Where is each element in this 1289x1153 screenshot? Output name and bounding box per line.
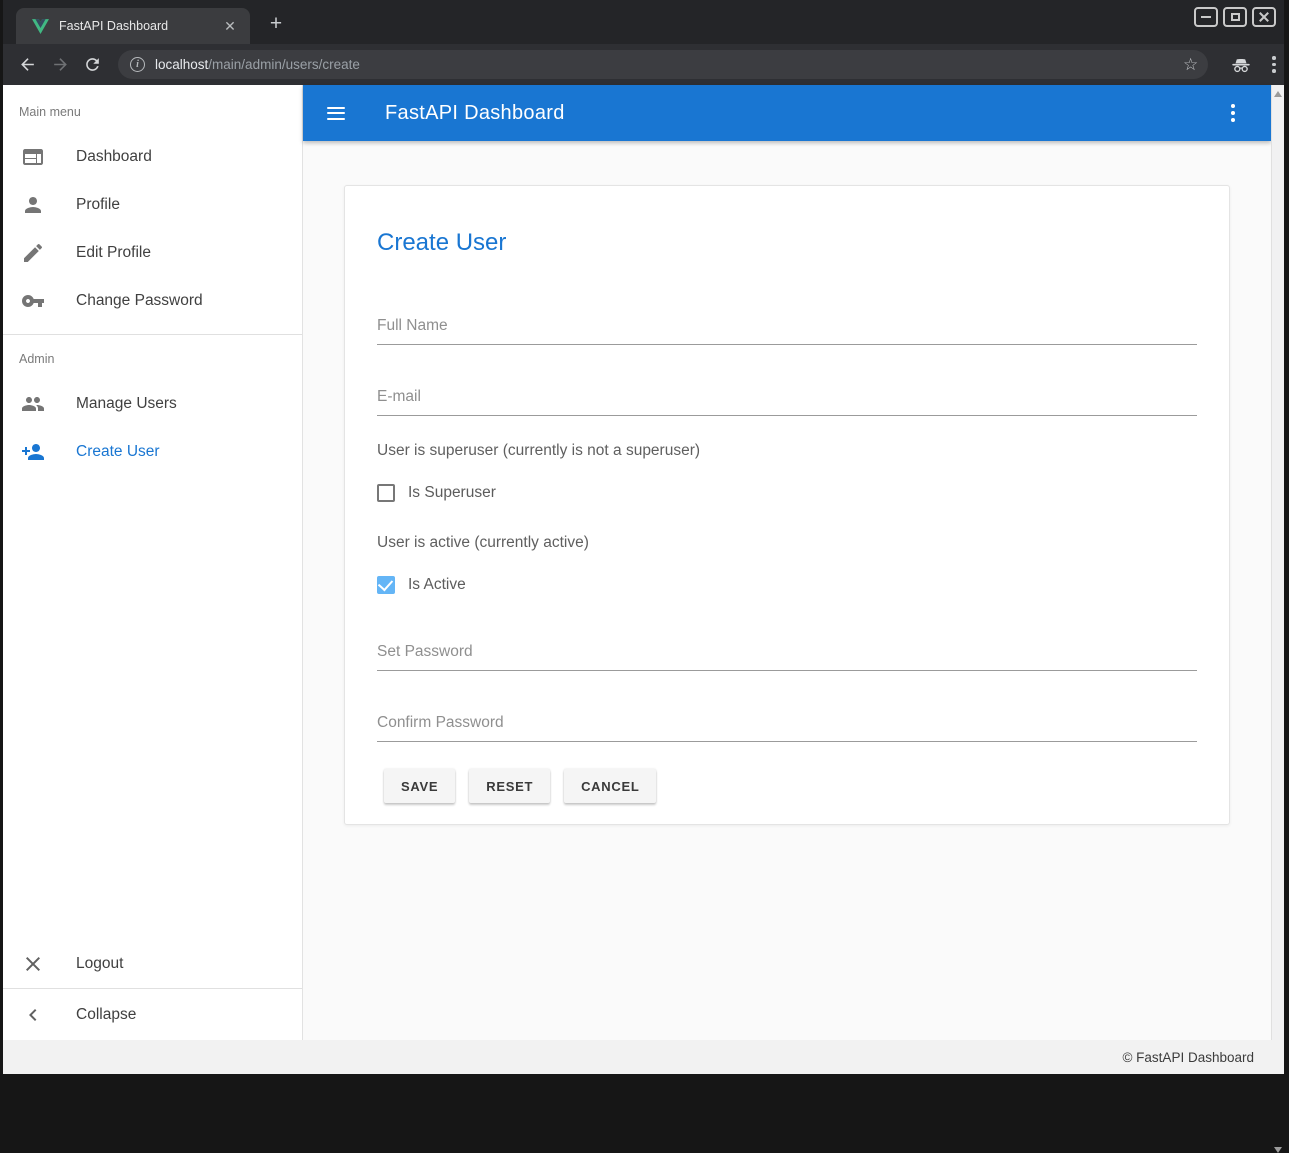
sidebar-item-label: Collapse <box>76 1006 136 1024</box>
page-client: Main menu Dashboard Profile Edit Profile <box>3 85 1284 1040</box>
page-title: Create User <box>377 229 1197 257</box>
sidebar-bottom: Logout Collapse <box>3 940 302 1040</box>
form-actions: SAVE RESET CANCEL <box>377 769 1197 803</box>
tab-strip: FastAPI Dashboard ✕ + <box>3 0 1284 44</box>
reset-button[interactable]: RESET <box>469 769 550 803</box>
hamburger-menu-button[interactable] <box>327 107 345 120</box>
checkbox-label: Is Superuser <box>408 484 496 502</box>
is-active-checkbox[interactable] <box>377 576 395 594</box>
app-bar: FastAPI Dashboard <box>303 85 1271 141</box>
appbar-title: FastAPI Dashboard <box>385 102 565 125</box>
tab-close-icon[interactable]: ✕ <box>220 16 240 36</box>
chevron-left-icon <box>21 1003 45 1027</box>
full-name-field-wrap <box>377 317 1197 345</box>
url-host: localhost <box>155 57 208 72</box>
sidebar-item-collapse[interactable]: Collapse <box>3 989 302 1040</box>
sidebar-caption-main-menu: Main menu <box>19 105 302 119</box>
new-tab-button[interactable]: + <box>261 10 291 40</box>
dashboard-icon <box>21 145 45 169</box>
active-note: User is active (currently active) <box>377 531 1197 555</box>
sidebar-item-label: Dashboard <box>76 148 152 166</box>
is-active-checkbox-row[interactable]: Is Active <box>377 573 1197 597</box>
browser-menu-button[interactable] <box>1264 56 1284 73</box>
sidebar-item-create-user[interactable]: Create User <box>3 428 302 476</box>
sidebar-item-label: Profile <box>76 196 120 214</box>
reload-button[interactable] <box>78 51 106 79</box>
maximize-icon <box>1231 13 1240 21</box>
set-password-input[interactable] <box>377 643 1197 671</box>
checkbox-label: Is Active <box>408 576 466 594</box>
vertical-scrollbar[interactable] <box>1271 85 1284 1040</box>
set-password-field-wrap <box>377 643 1197 671</box>
create-user-card: Create User User is superuser (currently… <box>344 185 1230 825</box>
is-superuser-checkbox-row[interactable]: Is Superuser <box>377 481 1197 505</box>
confirm-password-input[interactable] <box>377 714 1197 742</box>
sidebar-caption-admin: Admin <box>19 352 302 366</box>
full-name-input[interactable] <box>377 317 1197 345</box>
pencil-icon <box>21 241 45 265</box>
page-footer: © FastAPI Dashboard <box>3 1040 1284 1074</box>
minimize-button[interactable] <box>1194 7 1218 27</box>
email-input[interactable] <box>377 388 1197 416</box>
sidebar-divider <box>3 334 302 335</box>
maximize-button[interactable] <box>1223 7 1247 27</box>
people-icon <box>21 392 45 416</box>
forward-arrow-icon <box>51 55 70 74</box>
site-info-icon[interactable]: i <box>130 57 145 72</box>
appbar-menu-button[interactable] <box>1223 104 1243 122</box>
back-arrow-icon <box>18 55 37 74</box>
sidebar-item-logout[interactable]: Logout <box>3 940 302 988</box>
is-superuser-checkbox[interactable] <box>377 484 395 502</box>
sidebar-item-label: Change Password <box>76 292 203 310</box>
sidebar-item-manage-users[interactable]: Manage Users <box>3 380 302 428</box>
url-text: localhost/main/admin/users/create <box>155 57 1177 72</box>
url-bar[interactable]: i localhost/main/admin/users/create ☆ <box>118 50 1208 79</box>
minimize-icon <box>1201 16 1211 18</box>
bookmark-star-icon[interactable]: ☆ <box>1183 55 1198 75</box>
close-window-button[interactable] <box>1252 7 1276 27</box>
sidebar-item-dashboard[interactable]: Dashboard <box>3 133 302 181</box>
sidebar-item-profile[interactable]: Profile <box>3 181 302 229</box>
sidebar-item-change-password[interactable]: Change Password <box>3 277 302 325</box>
browser-toolbar: i localhost/main/admin/users/create ☆ <box>3 44 1284 85</box>
forward-button[interactable] <box>46 51 74 79</box>
incognito-icon <box>1230 54 1252 76</box>
browser-tab[interactable]: FastAPI Dashboard ✕ <box>16 8 250 44</box>
sidebar-item-label: Manage Users <box>76 395 177 413</box>
sidebar-item-label: Logout <box>76 955 123 973</box>
reload-icon <box>83 55 102 74</box>
key-icon <box>21 289 45 313</box>
superuser-note: User is superuser (currently is not a su… <box>377 439 1197 463</box>
email-field-wrap <box>377 388 1197 416</box>
main-area: FastAPI Dashboard Create User User is su… <box>303 85 1271 1040</box>
cancel-button[interactable]: CANCEL <box>564 769 656 803</box>
confirm-password-field-wrap <box>377 714 1197 742</box>
browser-window: FastAPI Dashboard ✕ + i localhost/main/a… <box>3 0 1284 1074</box>
close-icon <box>1259 12 1269 22</box>
save-button[interactable]: SAVE <box>384 769 455 803</box>
window-controls <box>1194 7 1276 27</box>
url-path: /main/admin/users/create <box>208 57 360 72</box>
sidebar-item-label: Edit Profile <box>76 244 151 262</box>
tab-title: FastAPI Dashboard <box>59 19 220 33</box>
sidebar-item-edit-profile[interactable]: Edit Profile <box>3 229 302 277</box>
scroll-up-arrow-icon[interactable] <box>1274 91 1282 97</box>
scroll-down-arrow-icon[interactable] <box>1274 1147 1282 1153</box>
footer-text: © FastAPI Dashboard <box>1122 1050 1254 1065</box>
page-content: Create User User is superuser (currently… <box>303 141 1271 1040</box>
sidebar-item-label: Create User <box>76 443 160 461</box>
close-x-icon <box>21 952 45 976</box>
vue-logo-icon <box>32 19 49 34</box>
person-add-icon <box>21 440 45 464</box>
back-button[interactable] <box>13 51 41 79</box>
person-icon <box>21 193 45 217</box>
sidebar: Main menu Dashboard Profile Edit Profile <box>3 85 303 1040</box>
